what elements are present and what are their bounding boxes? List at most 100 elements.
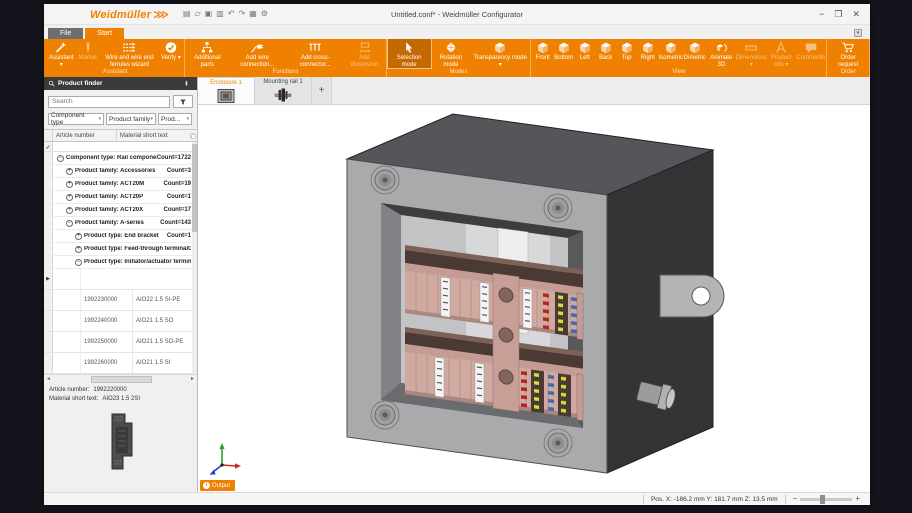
- settings-icon[interactable]: ⚙: [261, 9, 268, 19]
- tab-file[interactable]: File: [48, 28, 83, 39]
- front-button[interactable]: Front: [532, 39, 553, 68]
- collapse-icon[interactable]: −: [57, 155, 64, 162]
- ribbon-options-icon[interactable]: ▾: [854, 29, 862, 37]
- print-icon[interactable]: ▥: [216, 9, 224, 19]
- table-row[interactable]: 1992230000AIO22 1.5 SI-PE: [44, 290, 197, 311]
- expand-icon[interactable]: +: [66, 207, 73, 214]
- add-dimension-button[interactable]: Add dimension: [344, 39, 384, 68]
- enclosure-3d-model[interactable]: [198, 105, 870, 492]
- scroll-left-icon[interactable]: ◄: [44, 376, 53, 382]
- back-button[interactable]: Back: [595, 39, 616, 68]
- top-button[interactable]: Top: [616, 39, 637, 68]
- material-text-cell: AIO23 1.5 2SI: [133, 269, 197, 289]
- button-label: Isometric: [659, 55, 683, 62]
- bottom-button[interactable]: Bottom: [553, 39, 574, 68]
- assistant-button[interactable]: Assistant ▾: [47, 39, 75, 68]
- additional-parts-button[interactable]: Additional parts: [186, 39, 228, 68]
- close-button[interactable]: ✕: [852, 9, 860, 19]
- rotation-icon: [444, 41, 458, 54]
- comments-button[interactable]: Comments: [796, 39, 825, 68]
- scroll-right-icon[interactable]: ►: [188, 376, 197, 382]
- auto-filter-row[interactable]: [44, 142, 197, 152]
- horizontal-scrollbar[interactable]: ◄ ►: [44, 374, 197, 383]
- zoom-out-button[interactable]: −: [793, 495, 798, 503]
- restore-button[interactable]: ❐: [834, 9, 842, 19]
- scrollbar-thumb[interactable]: [91, 376, 152, 383]
- right-button[interactable]: Right: [637, 39, 658, 68]
- left-button[interactable]: Left: [574, 39, 595, 68]
- rotation-mode-button[interactable]: Rotation mode: [431, 39, 472, 68]
- expand-icon[interactable]: +: [75, 246, 82, 253]
- new-file-icon[interactable]: ▤: [183, 9, 191, 19]
- doctab-mounting-rail-1[interactable]: Mounting rail 1: [255, 77, 312, 104]
- dropdown-caret-icon: ▾: [98, 116, 101, 122]
- table-row[interactable]: ▶1992220000AIO23 1.5 2SI: [44, 269, 197, 290]
- button-label: Front: [536, 55, 550, 62]
- product-select[interactable]: Prod...▾: [158, 113, 192, 125]
- expand-icon[interactable]: +: [66, 194, 73, 201]
- tab-start[interactable]: Start: [85, 28, 124, 39]
- product-family-select[interactable]: Product family▾: [106, 113, 156, 125]
- status-bar: Pos. X: -186.2 mm Y: 181.7 mm Z: 13.5 mm…: [44, 492, 870, 505]
- tree-group-row[interactable]: +Product type: End bracketCount=1: [44, 230, 197, 243]
- new-tab-button[interactable]: +: [312, 77, 332, 104]
- dimetric-button[interactable]: Dimetric: [683, 39, 706, 68]
- search-input[interactable]: [48, 96, 170, 108]
- zoom-in-button[interactable]: +: [855, 495, 860, 503]
- table-row[interactable]: 1992260000AIO21 1.5 SI: [44, 353, 197, 374]
- expand-icon[interactable]: +: [66, 168, 73, 175]
- expand-icon[interactable]: +: [66, 181, 73, 188]
- add-cross-connector-button[interactable]: Add cross-connector...: [286, 39, 344, 68]
- zoom-slider[interactable]: [800, 498, 852, 501]
- brand-text: Weidmüller: [90, 9, 151, 21]
- collapse-icon[interactable]: −: [75, 259, 82, 266]
- zoom-slider-thumb[interactable]: [820, 495, 825, 504]
- tree-group-row[interactable]: +Product type: Feed-through terminalCo: [44, 243, 197, 256]
- component-type-select[interactable]: Component type▾: [48, 113, 104, 125]
- vertical-scrollbar[interactable]: [192, 142, 197, 374]
- table-row[interactable]: 1992240000AIO21 1.5 SO: [44, 311, 197, 332]
- minimize-button[interactable]: −: [819, 9, 824, 19]
- scrollbar-thumb[interactable]: [192, 144, 197, 232]
- selection-mode-button[interactable]: Selection mode: [388, 39, 431, 68]
- tree-group-row[interactable]: −Product family: A-seriesCount=143: [44, 217, 197, 230]
- redo-icon[interactable]: ↷: [239, 9, 246, 19]
- dimensions-button[interactable]: Dimensions ▾: [736, 39, 766, 68]
- wire-and-wire-end-ferrules-wizard-button[interactable]: Wire and wire end ferrules wizard: [100, 39, 158, 68]
- tree-group-row[interactable]: +Product family: ACT20PCount=1: [44, 191, 197, 204]
- undo-icon[interactable]: ↶: [228, 9, 235, 19]
- expand-icon[interactable]: +: [75, 233, 82, 240]
- tree-group-row[interactable]: +Product family: ACT20MCount=19: [44, 178, 197, 191]
- canvas-3d[interactable]: i Output: [198, 105, 870, 492]
- copy-icon[interactable]: ▦: [249, 9, 257, 19]
- product-info-button[interactable]: Product info ▾: [766, 39, 796, 68]
- material-text-cell: AIO22 1.5 SI-PE: [133, 290, 197, 310]
- group-row-label: Product family: A-series: [75, 220, 144, 226]
- open-file-icon[interactable]: ▱: [195, 9, 201, 19]
- filter-button[interactable]: [173, 95, 193, 108]
- table-row[interactable]: 1992250000AIO21 1.5 SO-PE: [44, 332, 197, 353]
- filter-row-icon: [44, 142, 53, 151]
- marker-button[interactable]: Marker: [75, 39, 100, 68]
- terminal-blocks[interactable]: [405, 245, 583, 421]
- save-icon[interactable]: ▣: [205, 9, 213, 19]
- add-wire-connection-button[interactable]: Add wire connection...: [228, 39, 286, 68]
- transparency-mode-button[interactable]: Transparency mode ▾: [471, 39, 529, 68]
- indent: [53, 290, 81, 310]
- search-icon: [48, 80, 55, 87]
- tree-group-row[interactable]: +Product family: ACT20XCount=17: [44, 204, 197, 217]
- order-request-button[interactable]: Order request: [828, 39, 868, 68]
- output-button[interactable]: i Output: [200, 480, 235, 491]
- pin-icon[interactable]: [183, 80, 190, 87]
- column-header-material[interactable]: Material short text: [117, 130, 188, 141]
- column-chooser-icon[interactable]: [188, 130, 197, 141]
- tree-group-row[interactable]: −Component type: Rail componentCount=172…: [44, 152, 197, 165]
- tree-group-row[interactable]: +Product family: AccessoriesCount=3: [44, 165, 197, 178]
- isometric-button[interactable]: Isometric: [658, 39, 683, 68]
- column-header-article[interactable]: Article number: [53, 130, 117, 141]
- doctab-enclosure-1[interactable]: Enclosure 1: [198, 77, 255, 104]
- verify-button[interactable]: Verify ▾: [158, 39, 183, 68]
- collapse-icon[interactable]: −: [66, 220, 73, 227]
- tree-group-row[interactable]: −Product type: Initiator/actuator termin…: [44, 256, 197, 269]
- animate-3d-button[interactable]: Animate 3D: [706, 39, 736, 68]
